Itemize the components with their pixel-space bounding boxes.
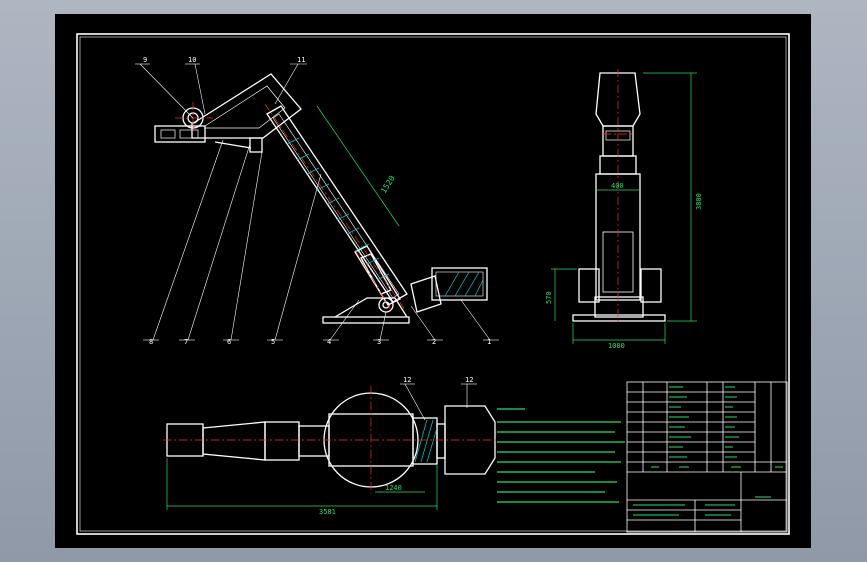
frame-foot xyxy=(249,137,263,153)
cad-drawing: 1520 9 10 11 8 7 6 5 4 3 2 1 3800 400 57… xyxy=(76,33,790,535)
front-base-right xyxy=(640,268,662,303)
drawing-sheet: 1520 9 10 11 8 7 6 5 4 3 2 1 3800 400 57… xyxy=(55,14,811,548)
rear-counterweight-inner xyxy=(435,271,484,297)
top-centerlines xyxy=(163,386,499,494)
upper-frame xyxy=(191,73,302,139)
top-flange xyxy=(436,423,446,459)
base-plate xyxy=(322,316,410,324)
title-block-text xyxy=(633,386,783,516)
overall-length-text: 3581 xyxy=(319,508,336,516)
title-block xyxy=(626,381,788,533)
height-dimension-text: 3800 xyxy=(695,193,703,210)
callout-1: 1 xyxy=(487,338,491,346)
top-arm xyxy=(264,421,300,461)
callout-8: 8 xyxy=(149,338,153,346)
callout-10: 10 xyxy=(188,56,196,64)
front-base-plate xyxy=(572,314,666,322)
top-callouts: 12 12 xyxy=(403,376,473,384)
front-centerline xyxy=(603,69,633,324)
upper-frame-inner xyxy=(204,85,286,129)
callout-2: 2 xyxy=(432,338,436,346)
technical-notes xyxy=(497,408,625,503)
arm-dimension-text: 1520 xyxy=(379,174,397,195)
wrist-slot-2 xyxy=(179,129,199,139)
leader-lines xyxy=(135,63,499,341)
gripper-span-text: 1240 xyxy=(385,484,402,492)
base-height-text: 570 xyxy=(545,291,553,304)
front-dimension-labels: 3800 400 570 1000 xyxy=(545,182,703,350)
column-width-text: 400 xyxy=(611,182,624,190)
front-view xyxy=(572,72,666,322)
base-width-text: 1000 xyxy=(608,342,625,350)
callout-9: 9 xyxy=(143,56,147,64)
callout-3: 3 xyxy=(377,338,381,346)
top-dimension-labels: 3581 1240 xyxy=(319,484,402,516)
callout-12a: 12 xyxy=(403,376,411,384)
rear-joint xyxy=(410,275,442,313)
callout-4: 4 xyxy=(327,338,331,346)
top-taper xyxy=(202,421,266,461)
front-dimensions xyxy=(551,72,697,344)
callout-7: 7 xyxy=(184,338,188,346)
wrist-slot xyxy=(160,129,176,139)
callout-6: 6 xyxy=(227,338,231,346)
callout-11: 11 xyxy=(297,56,305,64)
callout-5: 5 xyxy=(271,338,275,346)
callout-labels: 9 10 11 8 7 6 5 4 3 2 1 xyxy=(143,56,491,346)
side-centerlines xyxy=(175,102,406,311)
callout-12b: 12 xyxy=(465,376,473,384)
